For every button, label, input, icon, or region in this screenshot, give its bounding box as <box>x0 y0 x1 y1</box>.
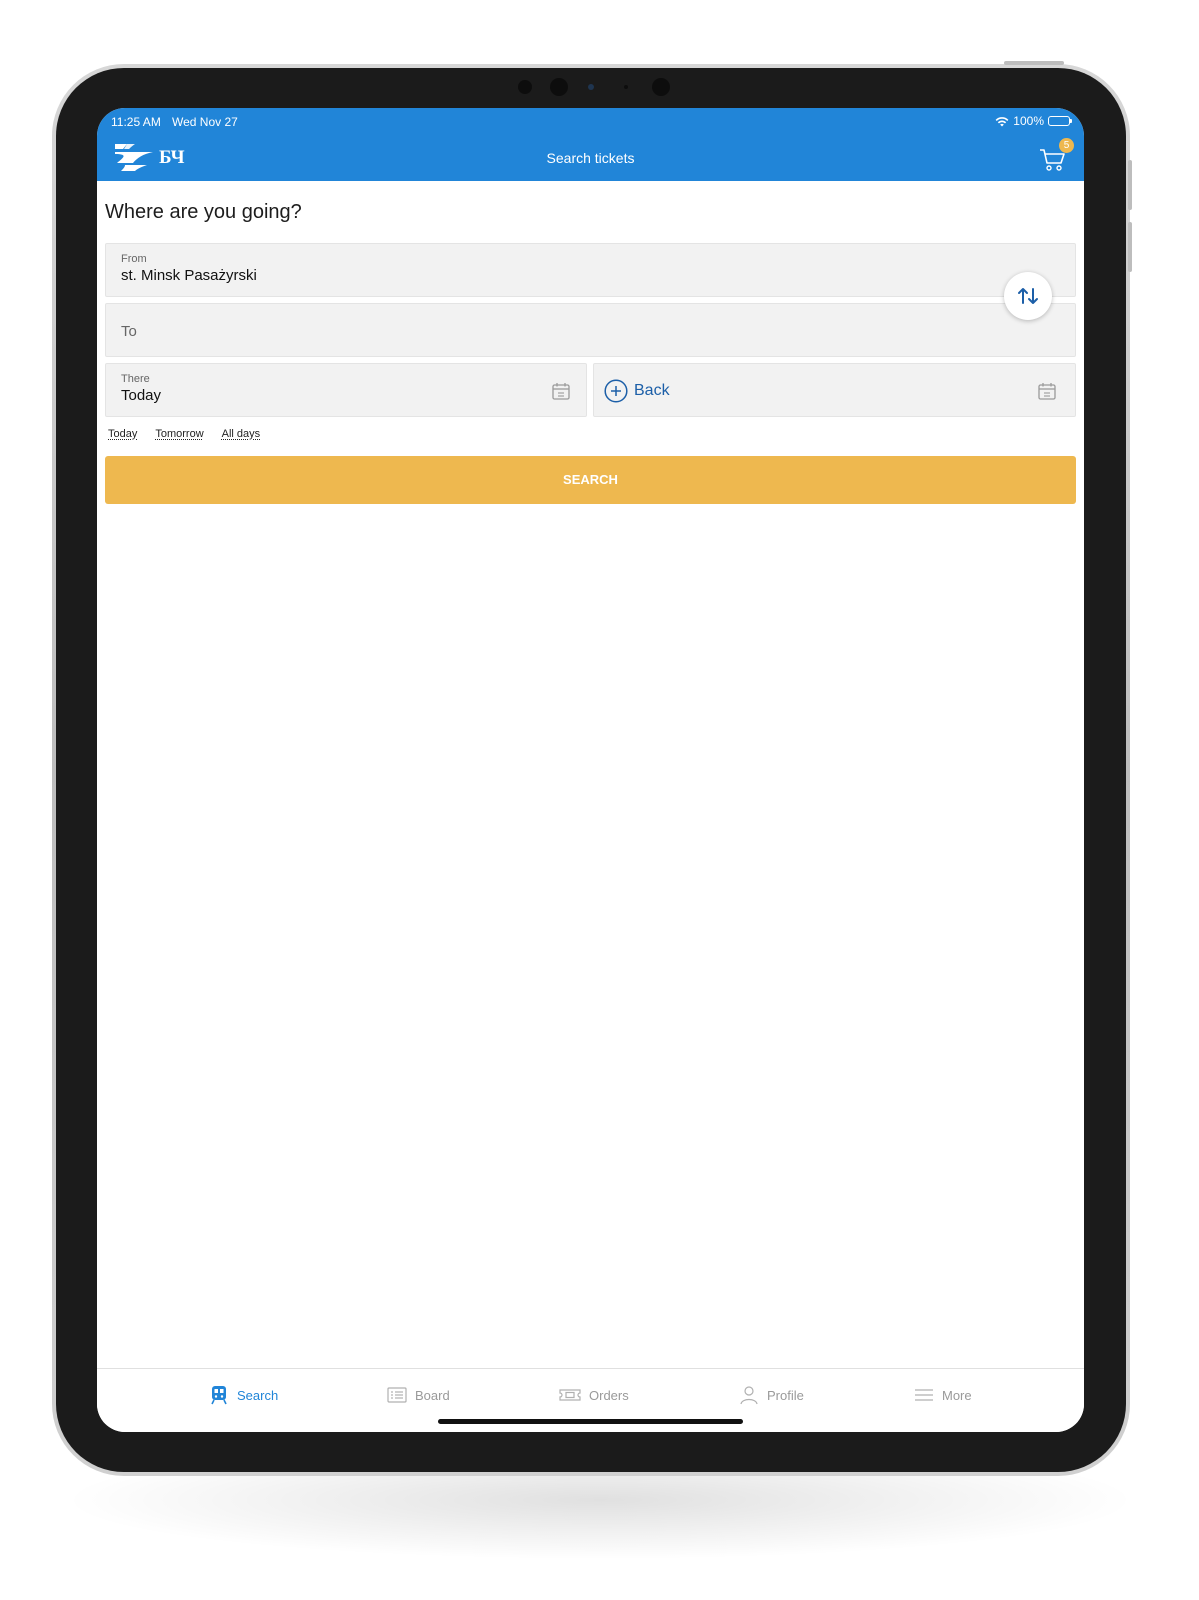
status-date: Wed Nov 27 <box>172 115 238 129</box>
tab-orders[interactable]: Orders <box>559 1385 629 1405</box>
menu-icon <box>915 1389 933 1401</box>
quick-date-links: Today Tomorrow All days <box>108 428 260 440</box>
there-value: Today <box>121 387 162 404</box>
tab-profile-label: Profile <box>767 1387 804 1403</box>
from-label: From <box>121 253 147 265</box>
tab-board-label: Board <box>415 1387 450 1403</box>
app-header: 11:25 AM Wed Nov 27 100% БЧ Search ticke… <box>97 108 1084 181</box>
battery-percent: 100% <box>1013 114 1044 128</box>
back-label: Back <box>634 382 670 399</box>
status-time: 11:25 AM <box>111 115 161 129</box>
there-date-field[interactable]: There Today <box>105 363 587 417</box>
from-field[interactable]: From st. Minsk Pasażyrski <box>105 243 1076 297</box>
tab-more-label: More <box>942 1387 972 1403</box>
swap-arrows-icon <box>1018 288 1038 304</box>
bottom-tab-bar: Search Board Orders Profile More <box>97 1368 1084 1432</box>
quick-date-all-days[interactable]: All days <box>222 428 261 440</box>
there-label: There <box>121 373 150 385</box>
page-title: Search tickets <box>546 150 635 166</box>
calendar-icon <box>1038 383 1056 400</box>
home-indicator[interactable] <box>438 1419 743 1424</box>
train-icon <box>211 1386 227 1405</box>
ticket-icon <box>559 1389 581 1401</box>
camera-icon <box>652 78 670 96</box>
calendar-icon <box>552 383 570 400</box>
camera-icon <box>550 78 568 96</box>
to-field[interactable]: To <box>105 303 1076 357</box>
swap-stations-button[interactable] <box>1004 272 1052 320</box>
user-icon <box>740 1386 758 1405</box>
tab-search[interactable]: Search <box>209 1385 278 1405</box>
cart-count-badge: 5 <box>1059 138 1074 153</box>
to-placeholder: To <box>121 323 137 340</box>
from-value: st. Minsk Pasażyrski <box>121 267 257 284</box>
volume-button <box>1128 160 1132 210</box>
sensor-icon <box>588 84 594 90</box>
camera-icon <box>518 80 532 94</box>
quick-date-today[interactable]: Today <box>108 428 137 440</box>
app-screen: 11:25 AM Wed Nov 27 100% БЧ Search ticke… <box>97 108 1084 1432</box>
tab-more[interactable]: More <box>914 1385 972 1405</box>
power-button <box>1004 61 1064 65</box>
tab-profile[interactable]: Profile <box>739 1385 804 1405</box>
back-date-field[interactable]: Back <box>593 363 1076 417</box>
wifi-icon <box>995 116 1009 126</box>
sensor-icon <box>624 85 628 89</box>
search-button[interactable]: SEARCH <box>105 456 1076 504</box>
tab-board[interactable]: Board <box>387 1385 450 1405</box>
add-circle-icon <box>604 379 628 403</box>
volume-button <box>1128 222 1132 272</box>
status-indicators: 100% <box>995 114 1072 128</box>
tab-search-label: Search <box>237 1387 279 1403</box>
search-heading: Where are you going? <box>105 201 302 223</box>
tab-orders-label: Orders <box>589 1387 629 1403</box>
battery-icon <box>1048 116 1072 126</box>
quick-date-tomorrow[interactable]: Tomorrow <box>155 428 203 440</box>
board-icon <box>387 1387 407 1403</box>
